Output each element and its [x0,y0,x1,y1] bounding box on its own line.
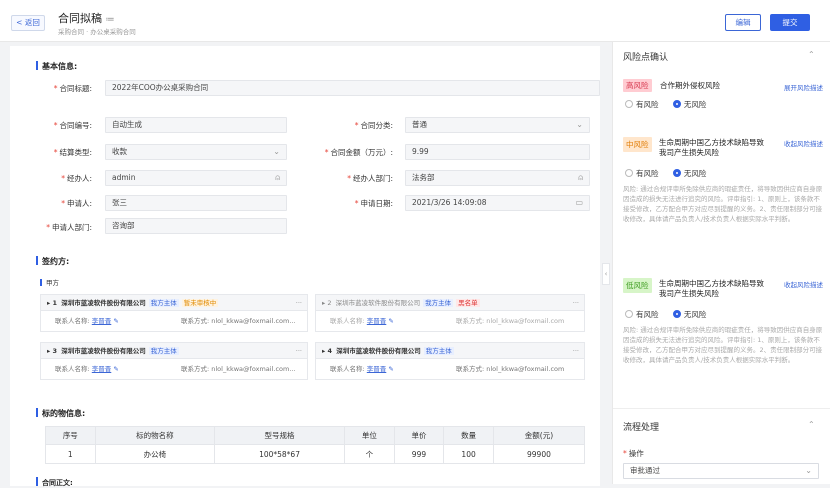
party-card-3[interactable]: ▸ 3 深圳市蓝凌软件股份有限公司 我方主体 ··· 联系人名称: 李晋晋 ✎ 联系方… [40,342,308,380]
user-icon[interactable]: ⍝ [275,171,280,185]
operation-select[interactable]: 审批通过 ⌄ [623,463,819,479]
contract-type-label: * 合同分类: [354,121,393,130]
risk-level-badge: 高风险 [623,79,652,92]
radio-has-risk[interactable]: 有风险 [625,310,659,319]
risk-name: 生命周期中国乙方技术缺陷导致我司产生损失风险 [659,279,764,298]
table-cell: 99900 [492,444,586,464]
risk-level-badge: 低风险 [623,278,652,293]
more-icon[interactable]: ··· [573,295,579,310]
apply-date-input[interactable]: 2021/3/26 14:09:08 ▭ [405,195,590,211]
chevron-down-icon: ⌄ [273,147,280,156]
list-icon[interactable]: ≔ [106,15,115,25]
edit-icon[interactable]: ✎ [113,365,118,373]
risk-description: 风险: 通过合规评审所免除供应商的瑕疵责任，将导致因供应商自身原因造成的损失无法… [623,326,823,364]
radio-has-risk[interactable]: 有风险 [625,100,659,109]
edit-icon[interactable]: ✎ [388,317,393,325]
col-header: 型号规格 [214,426,346,445]
items-table: 序号 标的物名称 型号规格 单位 单价 数量 金额(元) 1 办公椅 100*5… [45,426,586,464]
party-card-2[interactable]: ▸ 2 深圳市蓝凌软件股份有限公司 我方主体 黑名单 ··· 联系人名称: 李晋晋 ✎… [315,294,585,332]
col-header: 单价 [393,426,445,445]
chevron-up-icon[interactable]: ⌃ [808,420,815,429]
risk-section-title: 风险点确认 [623,53,669,63]
more-icon[interactable]: ··· [296,295,302,310]
radio-no-risk[interactable]: 无风险 [672,100,706,109]
contract-no-input[interactable]: 自动生成 [105,117,287,133]
handler-label: * 经办人: [61,174,92,183]
table-cell: 办公椅 [94,444,216,464]
more-icon[interactable]: ··· [296,343,302,358]
applicant-dept-label: * 申请人部门: [46,223,92,232]
chevron-up-icon[interactable]: ⌃ [808,50,815,59]
radio-no-risk[interactable]: 无风险 [672,310,706,319]
applicant-input[interactable]: 张三 [105,195,287,211]
risk-item-high: 高风险 合作期外侵权风险 展开风险描述 有风险 无风险 [623,79,823,110]
basic-info-heading: 基本信息: [36,61,77,72]
submit-button[interactable]: 提交 [770,14,810,31]
party-card-1[interactable]: ▸ 1 深圳市蓝凌软件股份有限公司 我方主体 暂未审核中 ··· 联系人名称: 李晋晋… [40,294,308,332]
title-label: * 合同标题: [53,84,92,93]
breadcrumb: 采购合同 · 办公桌采购合同 [58,28,136,36]
calendar-icon[interactable]: ▭ [575,196,583,210]
col-header: 标的物名称 [94,426,216,445]
table-cell: 个 [344,444,395,464]
page-title: 合同拟稿 ≔ [58,10,115,26]
user-icon[interactable]: ⍝ [578,171,583,185]
applicant-label: * 申请人: [61,199,92,208]
amount-input[interactable]: 9.99 [405,144,590,160]
table-cell: 1 [45,444,96,464]
table-row[interactable]: 1 办公椅 100*58*67 个 999 100 99900 [45,444,586,464]
page-title-text: 合同拟稿 [58,12,102,25]
risk-name: 生命周期中国乙方技术缺陷导致我司产生损失风险 [659,138,764,157]
edit-button[interactable]: 编辑 [725,14,761,31]
edit-icon[interactable]: ✎ [388,365,393,373]
risk-level-badge: 中风险 [623,137,652,152]
back-button[interactable]: < 返回 [11,15,45,31]
operation-label: * 操作 [623,449,644,458]
col-header: 序号 [45,426,96,445]
more-icon[interactable]: ··· [573,343,579,358]
party-a-label: 甲方 [40,277,59,287]
contract-type-select[interactable]: 普通 ⌄ [405,117,590,133]
table-cell: 999 [393,444,445,464]
expand-risk-link[interactable]: 展开风险描述 [784,82,823,92]
col-header: 金额(元) [492,426,586,445]
contact-link[interactable]: 李晋晋 [367,365,387,373]
right-panel: 风险点确认 ⌃ 高风险 合作期外侵权风险 展开风险描述 有风险 无风险 中风险 … [612,42,830,484]
chevron-down-icon: ⌄ [805,466,812,475]
contact-link[interactable]: 李晋晋 [92,365,112,373]
col-header: 单位 [344,426,395,445]
radio-no-risk[interactable]: 无风险 [672,169,706,178]
contact-link[interactable]: 李晋晋 [92,317,112,325]
settle-type-label: * 结算类型: [53,148,92,157]
page-header: < 返回 合同拟稿 ≔ 采购合同 · 办公桌采购合同 编辑 提交 [0,0,830,42]
party-card-4[interactable]: ▸ 4 深圳市蓝凌软件股份有限公司 我方主体 ··· 联系人名称: 李晋晋 ✎ 联系方… [315,342,585,380]
handler-input[interactable]: admin ⍝ [105,170,287,186]
items-heading: 标的物信息: [36,408,85,419]
table-cell: 100*58*67 [214,444,346,464]
table-cell: 100 [443,444,494,464]
amount-label: * 合同金额（万元）: [324,148,393,157]
title-input[interactable]: 2022年COO办公桌采购合同 [105,80,600,96]
applicant-dept-input[interactable]: 咨询部 [105,218,287,234]
handler-dept-input[interactable]: 法务部 ⍝ [405,170,590,186]
radio-has-risk[interactable]: 有风险 [625,169,659,178]
flow-section-title: 流程处理 [623,423,660,433]
col-header: 数量 [443,426,494,445]
handler-dept-label: * 经办人部门: [347,174,393,183]
content-heading: 合同正文: [36,477,73,488]
collapse-panel-icon[interactable]: ‹ [602,263,610,285]
risk-description: 风险: 通过合规评审所免除供应商的瑕疵责任，将导致因供应商自身原因造成的损失无法… [623,185,823,223]
collapse-risk-link[interactable]: 收起风险描述 [784,138,823,148]
chevron-down-icon: ⌄ [576,120,583,129]
table-header-row: 序号 标的物名称 型号规格 单位 单价 数量 金额(元) [45,426,586,445]
main-form: 基本信息: * 合同标题: 2022年COO办公桌采购合同 * 合同编号: 自动生成… [10,46,600,488]
risk-name: 合作期外侵权风险 [660,81,721,90]
contact-link[interactable]: 李晋晋 [367,317,387,325]
apply-date-label: * 申请日期: [354,199,393,208]
contract-no-label: * 合同编号: [53,121,92,130]
edit-icon[interactable]: ✎ [113,317,118,325]
collapse-risk-link[interactable]: 收起风险描述 [784,279,823,289]
parties-heading: 签约方: [36,256,69,267]
settle-type-select[interactable]: 收款 ⌄ [105,144,287,160]
